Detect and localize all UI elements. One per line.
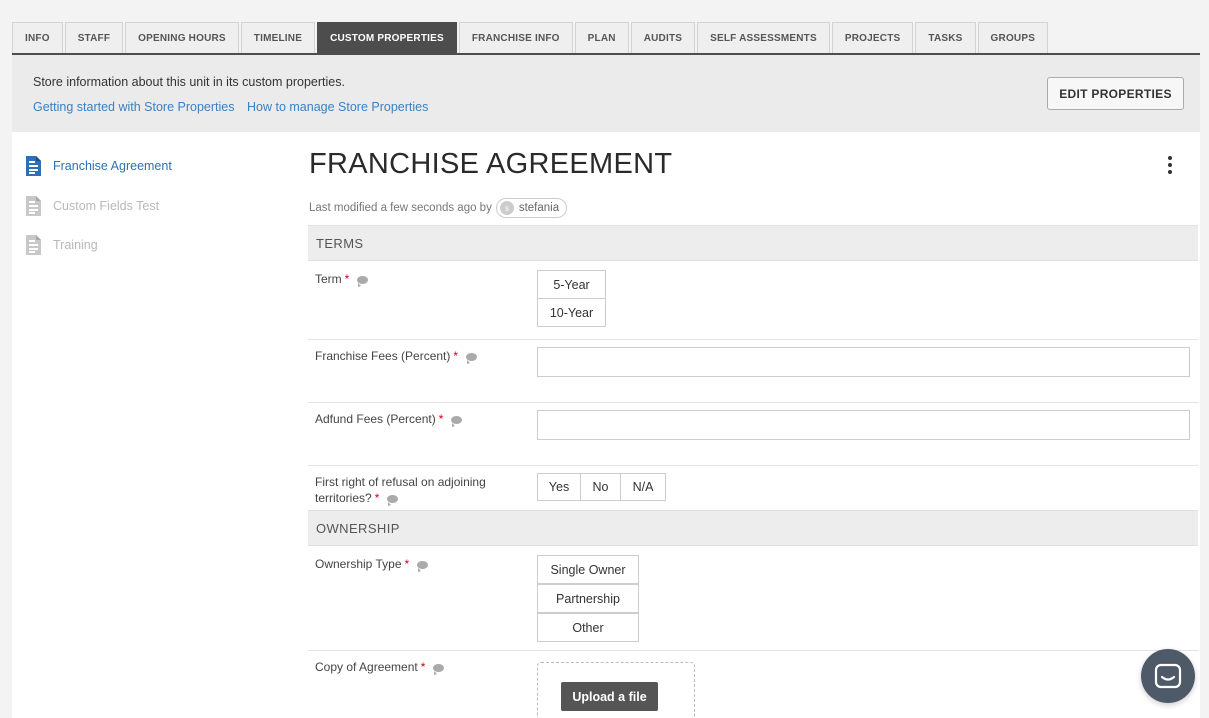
- avatar: s: [499, 201, 514, 215]
- required-marker: *: [374, 491, 380, 505]
- info-bar: Store information about this unit in its…: [12, 55, 1200, 132]
- first-right-option-na[interactable]: N/A: [620, 473, 666, 501]
- getting-started-link[interactable]: Getting started with Store Properties: [33, 100, 234, 114]
- upload-file-button[interactable]: Upload a file: [561, 682, 658, 711]
- first-right-option-no[interactable]: No: [580, 473, 621, 501]
- comment-icon[interactable]: [417, 560, 429, 572]
- last-modified-text: Last modified a few seconds ago by: [309, 202, 492, 214]
- tab-info[interactable]: INFO: [12, 22, 63, 54]
- row-divider: [308, 650, 1198, 651]
- tab-projects[interactable]: PROJECTS: [831, 22, 914, 54]
- ownership-option-other[interactable]: Other: [537, 613, 639, 642]
- required-marker: *: [344, 272, 350, 286]
- required-marker: *: [420, 660, 426, 674]
- row-divider: [308, 465, 1198, 466]
- row-divider: [308, 402, 1198, 403]
- franchise-fees-input[interactable]: [537, 347, 1190, 377]
- sidebar-item-custom-fields-test[interactable]: Custom Fields Test: [25, 195, 159, 217]
- tab-plan[interactable]: PLAN: [574, 22, 629, 54]
- comment-icon[interactable]: [433, 663, 445, 675]
- copy-of-agreement-label: Copy of Agreement *: [315, 659, 515, 675]
- comment-icon[interactable]: [357, 275, 369, 287]
- first-right-label: First right of refusal on adjoining terr…: [315, 474, 515, 506]
- term-label: Term *: [315, 271, 515, 287]
- tab-groups[interactable]: GROUPS: [977, 22, 1049, 54]
- tab-staff[interactable]: STAFF: [64, 22, 124, 54]
- comment-icon[interactable]: [451, 415, 463, 427]
- term-label-text: Term: [315, 272, 342, 286]
- first-right-label-line2: territories?: [315, 491, 372, 505]
- document-icon: [26, 156, 41, 176]
- adfund-fees-input[interactable]: [537, 410, 1190, 440]
- sidebar-item-label: Training: [53, 238, 98, 252]
- chat-icon: [1154, 663, 1182, 689]
- ownership-option-single-owner[interactable]: Single Owner: [537, 555, 639, 584]
- section-ownership: OWNERSHIP: [308, 510, 1198, 546]
- required-marker: *: [438, 412, 444, 426]
- tab-custom-properties[interactable]: CUSTOM PROPERTIES: [317, 22, 457, 54]
- adfund-fees-label-text: Adfund Fees (Percent): [315, 412, 436, 426]
- edit-properties-button[interactable]: EDIT PROPERTIES: [1047, 77, 1184, 110]
- main-panel: Franchise Agreement Custom Fields Test T…: [12, 132, 1200, 718]
- required-marker: *: [404, 557, 410, 571]
- last-modified: Last modified a few seconds ago by s ste…: [309, 198, 568, 218]
- tab-tasks[interactable]: TASKS: [915, 22, 976, 54]
- ownership-type-label-text: Ownership Type: [315, 557, 402, 571]
- tab-opening-hours[interactable]: OPENING HOURS: [125, 22, 239, 54]
- document-icon: [26, 235, 41, 255]
- comment-icon[interactable]: [387, 494, 399, 506]
- tab-timeline[interactable]: TIMELINE: [240, 22, 316, 54]
- section-terms: TERMS: [308, 225, 1198, 261]
- ownership-option-partnership[interactable]: Partnership: [537, 584, 639, 613]
- term-option-10-year[interactable]: 10-Year: [537, 298, 606, 327]
- copy-of-agreement-label-text: Copy of Agreement: [315, 660, 418, 674]
- row-divider: [308, 339, 1198, 340]
- user-name: stefania: [518, 202, 560, 214]
- how-to-manage-link[interactable]: How to manage Store Properties: [247, 100, 428, 114]
- chat-launcher-button[interactable]: [1141, 649, 1195, 703]
- ownership-type-label: Ownership Type *: [315, 556, 515, 572]
- sidebar-item-franchise-agreement[interactable]: Franchise Agreement: [25, 155, 172, 177]
- sidebar-item-training[interactable]: Training: [25, 234, 98, 256]
- franchise-fees-label: Franchise Fees (Percent) *: [315, 348, 515, 364]
- first-right-label-line1: First right of refusal on adjoining: [315, 475, 486, 489]
- tab-audits[interactable]: AUDITS: [630, 22, 696, 54]
- tab-bar: INFO STAFF OPENING HOURS TIMELINE CUSTOM…: [12, 22, 1050, 54]
- tab-self-assessments[interactable]: SELF ASSESSMENTS: [697, 22, 830, 54]
- document-icon: [26, 196, 41, 216]
- franchise-fees-label-text: Franchise Fees (Percent): [315, 349, 451, 363]
- page-title: FRANCHISE AGREEMENT: [309, 148, 673, 180]
- adfund-fees-label: Adfund Fees (Percent) *: [315, 411, 515, 427]
- sidebar-item-label: Custom Fields Test: [53, 199, 160, 213]
- required-marker: *: [453, 349, 459, 363]
- first-right-option-yes[interactable]: Yes: [537, 473, 581, 501]
- tab-franchise-info[interactable]: FRANCHISE INFO: [458, 22, 573, 54]
- more-options-icon[interactable]: [1166, 156, 1174, 176]
- user-chip[interactable]: s stefania: [495, 198, 568, 218]
- page: INFO STAFF OPENING HOURS TIMELINE CUSTOM…: [0, 0, 1209, 718]
- term-option-5-year[interactable]: 5-Year: [537, 270, 606, 299]
- comment-icon[interactable]: [466, 352, 478, 364]
- sidebar-item-label: Franchise Agreement: [53, 159, 172, 173]
- info-text: Store information about this unit in its…: [33, 75, 345, 89]
